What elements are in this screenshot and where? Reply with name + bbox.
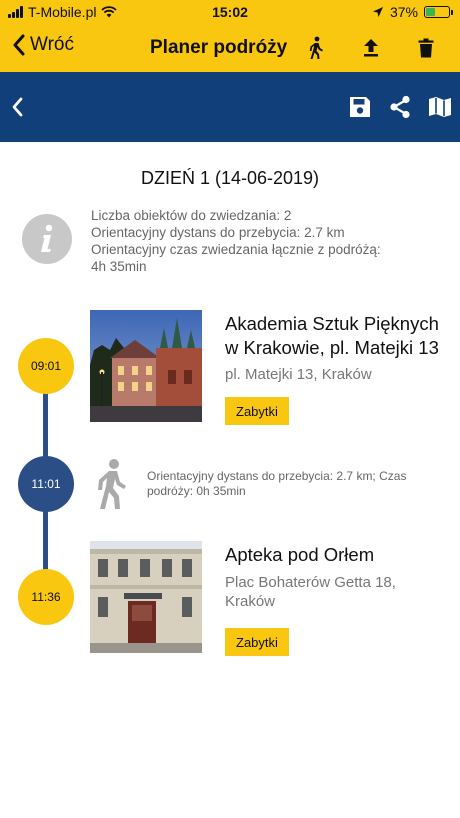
travel-time-badge: 11:01 (18, 456, 74, 512)
info-icon (22, 214, 72, 264)
category-tag[interactable]: Zabytki (225, 397, 289, 425)
stop-time-badge: 11:36 (18, 569, 74, 625)
chevron-left-icon (13, 34, 25, 56)
status-right: 37% (372, 4, 453, 20)
stop-time-badge: 09:01 (18, 338, 74, 394)
category-tag[interactable]: Zabytki (225, 628, 289, 656)
place-address: Plac Bohaterów Getta 18, Kraków (225, 574, 396, 610)
back-label: Wróć (30, 34, 74, 55)
walking-person-icon[interactable] (302, 34, 330, 62)
location-arrow-icon (372, 7, 383, 17)
place-photo[interactable] (90, 310, 202, 422)
back-button[interactable]: Wróć (12, 34, 74, 56)
place-title[interactable]: Akademia Sztuk Pięknych w Krakowie, pl. … (225, 312, 455, 360)
battery-icon (424, 6, 453, 18)
timeline-connector (43, 390, 48, 460)
nav-bar: Wróć Planer podróży (0, 24, 460, 72)
save-icon[interactable] (347, 94, 373, 120)
chevron-left-icon[interactable] (4, 94, 30, 120)
upload-icon[interactable] (357, 34, 385, 62)
timeline-connector (43, 510, 48, 570)
day-summary: Liczba obiektów do zwiedzania: 2 Orienta… (91, 207, 381, 275)
travel-info: Orientacyjny dystans do przebycia: 2.7 k… (147, 469, 407, 498)
summary-line: Orientacyjny dystans do przebycia: 2.7 k… (91, 225, 345, 240)
place-title[interactable]: Apteka pod Orłem (225, 543, 455, 567)
toolbar (0, 72, 460, 142)
map-icon[interactable] (427, 94, 453, 120)
summary-line: Liczba obiektów do zwiedzania: 2 (91, 208, 292, 223)
day-heading: DZIEŃ 1 (14-06-2019) (140, 168, 320, 188)
place-address: pl. Matejki 13, Kraków (225, 366, 372, 383)
trash-icon[interactable] (412, 34, 440, 62)
summary-line: 4h 35min (91, 259, 147, 274)
summary-line: Orientacyjny czas zwiedzania łącznie z p… (91, 242, 381, 257)
walking-person-icon (98, 459, 126, 509)
status-bar: T-Mobile.pl 15:02 37% (0, 0, 460, 24)
battery-percent: 37% (389, 4, 418, 20)
page-title: Planer podróży (150, 37, 288, 58)
battery-fill (426, 8, 435, 16)
place-photo[interactable] (90, 541, 202, 653)
share-icon[interactable] (387, 94, 413, 120)
